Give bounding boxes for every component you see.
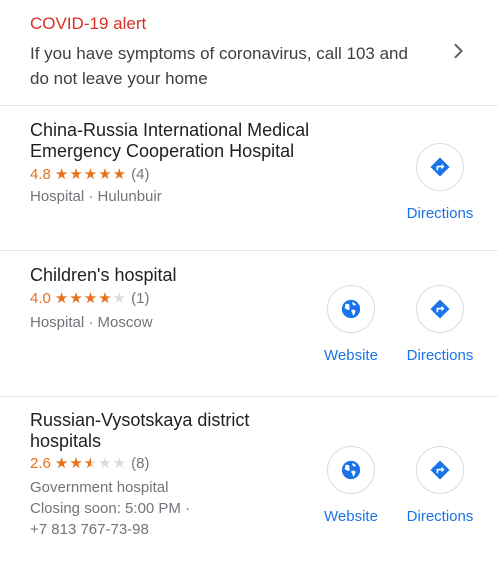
rating-value: 4.8 [30, 166, 51, 183]
website-label: Website [324, 347, 378, 364]
chevron-right-icon[interactable] [447, 40, 469, 62]
star-icon: ★ [83, 166, 99, 183]
directions-icon [430, 460, 450, 480]
covid-alert[interactable]: COVID-19 alert If you have symptoms of c… [0, 0, 498, 106]
star-icon: ★ [98, 290, 113, 307]
star-icon: ★ [69, 455, 84, 472]
website-label: Website [324, 508, 378, 525]
star-icon: ★ [112, 455, 128, 472]
alert-text: If you have symptoms of coronavirus, cal… [30, 44, 408, 88]
place-name[interactable]: China-Russia International Medical Emerg… [30, 120, 330, 162]
directions-button[interactable]: Directions [395, 285, 485, 365]
directions-button[interactable]: Directions [395, 143, 485, 223]
review-count[interactable]: (1) [131, 290, 149, 307]
place-card: China-Russia International Medical Emerg… [0, 106, 498, 251]
alert-title: COVID-19 alert [30, 14, 147, 33]
star-icon: ★ [54, 455, 70, 472]
star-icon: ★ [112, 290, 128, 307]
star-icon: ★ [83, 455, 99, 472]
directions-label: Directions [406, 205, 474, 222]
star-icon: ★ [98, 455, 113, 472]
globe-icon [341, 299, 361, 319]
star-icon: ★ [54, 290, 70, 307]
place-name[interactable]: Russian-Vysotskaya district hospitals [30, 410, 290, 452]
review-count[interactable]: (8) [131, 455, 149, 472]
star-icon: ★ [112, 166, 128, 183]
star-icon: ★ [98, 166, 113, 183]
star-icon: ★ [69, 166, 84, 183]
directions-label: Directions [406, 347, 474, 364]
star-rating: ★★★★★ [55, 166, 127, 183]
place-category: Government hospital [30, 479, 169, 496]
globe-icon [341, 460, 361, 480]
directions-icon-circle[interactable] [416, 446, 464, 494]
place-phone[interactable]: +7 813 767-73-98 [30, 519, 149, 540]
directions-button[interactable]: Directions [395, 446, 485, 526]
place-name[interactable]: Children's hospital [30, 265, 330, 286]
star-rating: ★★★★★ [55, 290, 127, 307]
place-hours: Closing soon: 5:00 PM · [30, 500, 191, 517]
directions-label: Directions [406, 508, 474, 525]
star-icon: ★ [69, 290, 84, 307]
place-category: Hospital · Hulunbuir [30, 188, 162, 205]
rating-row: 4.8 ★★★★★ (4) [30, 166, 149, 184]
website-icon-circle[interactable] [327, 285, 375, 333]
rating-value: 4.0 [30, 290, 51, 307]
star-icon: ★ [54, 166, 70, 183]
star-rating: ★★★★★ [55, 455, 127, 472]
website-button[interactable]: Website [306, 446, 396, 526]
rating-value: 2.6 [30, 455, 51, 472]
directions-icon-circle[interactable] [416, 143, 464, 191]
star-icon: ★ [83, 290, 99, 307]
rating-row: 2.6 ★★★★★ (8) [30, 455, 149, 473]
website-icon-circle[interactable] [327, 446, 375, 494]
directions-icon [430, 299, 450, 319]
place-card: Children's hospital 4.0 ★★★★★ (1) Hospital… [0, 251, 498, 397]
website-button[interactable]: Website [306, 285, 396, 365]
directions-icon-circle[interactable] [416, 285, 464, 333]
review-count[interactable]: (4) [131, 166, 149, 183]
directions-icon [430, 157, 450, 177]
rating-row: 4.0 ★★★★★ (1) [30, 290, 149, 308]
place-category: Hospital · Moscow [30, 314, 153, 331]
place-card: Russian-Vysotskaya district hospitals 2.… [0, 397, 498, 566]
